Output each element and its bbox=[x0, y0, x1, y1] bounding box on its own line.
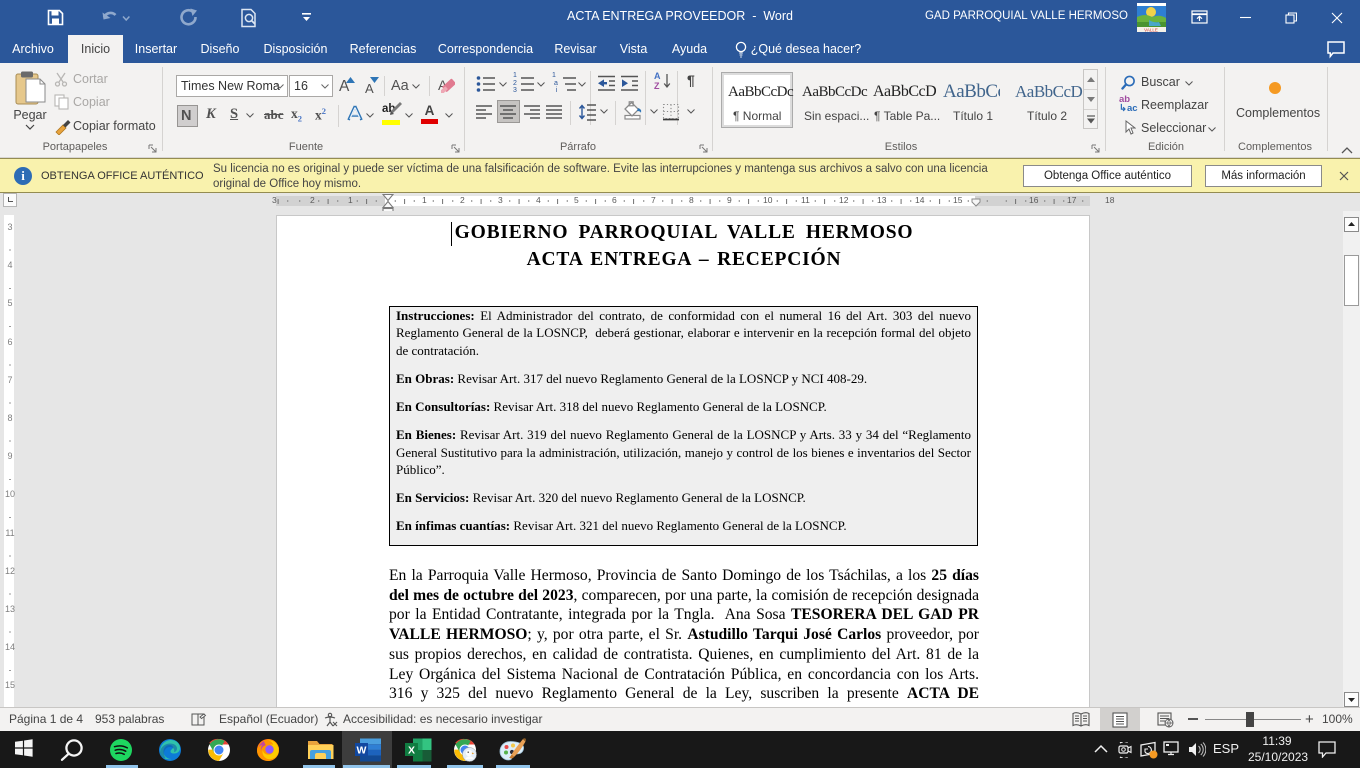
svg-text:W: W bbox=[357, 745, 367, 757]
svg-text:VALLE: VALLE bbox=[1144, 28, 1158, 33]
svg-text:X: X bbox=[408, 745, 415, 757]
